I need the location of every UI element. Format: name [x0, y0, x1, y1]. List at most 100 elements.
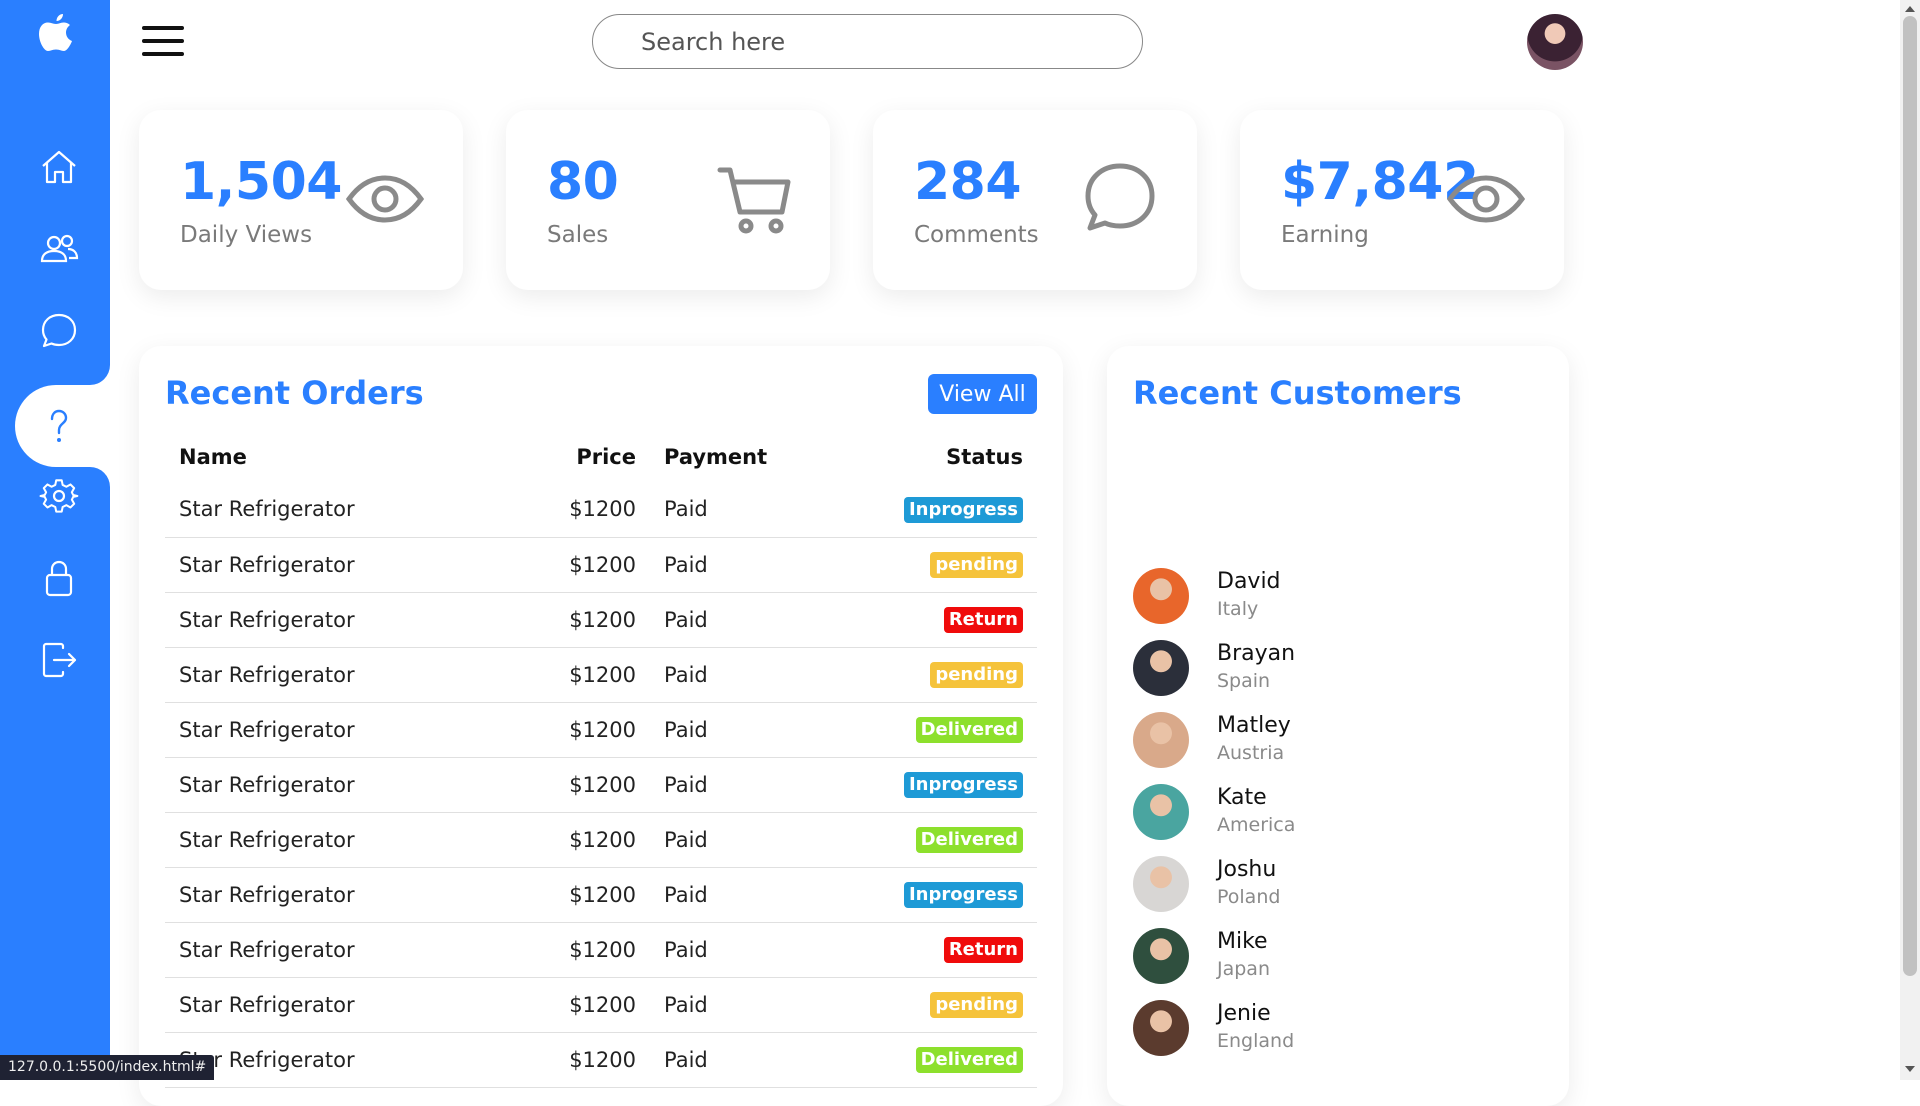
- order-name: Star Refrigerator: [165, 867, 525, 923]
- card-label: Sales: [547, 222, 609, 248]
- view-all-button[interactable]: View All: [928, 374, 1037, 414]
- status-badge: Delivered: [915, 1047, 1023, 1073]
- order-name: Star Refrigerator: [165, 647, 525, 703]
- sidebar-item-home[interactable]: [15, 126, 110, 208]
- table-row[interactable]: Star Refrigerator $1200 Paid Inprogress: [165, 482, 1037, 538]
- status-badge: Inprogress: [903, 882, 1023, 908]
- table-row[interactable]: Star Refrigerator $1200 Paid Return: [165, 922, 1037, 978]
- chat-bubble-icon: [41, 313, 77, 348]
- customer-name: Brayan: [1217, 641, 1296, 666]
- menu-toggle-button[interactable]: [142, 26, 188, 58]
- eye-icon: [1446, 175, 1526, 223]
- card-comments[interactable]: 284 Comments: [873, 110, 1197, 290]
- order-price: $1200: [525, 702, 650, 758]
- log-out-icon: [42, 642, 77, 678]
- customer-avatar: [1133, 784, 1189, 840]
- header-price: Price: [576, 445, 636, 469]
- customer-avatar: [1133, 928, 1189, 984]
- order-payment: Paid: [650, 537, 830, 593]
- user-avatar[interactable]: [1527, 14, 1583, 70]
- order-name: Star Refrigerator: [165, 482, 525, 538]
- chat-icon: [1085, 163, 1155, 231]
- order-name: Star Refrigerator: [165, 922, 525, 978]
- apple-logo-icon[interactable]: [36, 10, 76, 54]
- table-row[interactable]: Star Refrigerator $1200 Paid pending: [165, 647, 1037, 703]
- order-price: $1200: [525, 1032, 650, 1088]
- customer-item[interactable]: Mike Japan: [1133, 926, 1533, 986]
- customer-item[interactable]: Kate America: [1133, 782, 1533, 842]
- people-icon: [40, 234, 79, 263]
- sidebar-item-customers[interactable]: [15, 208, 110, 290]
- order-status-cell: pending: [830, 977, 1037, 1033]
- search-bar: [592, 14, 1143, 69]
- table-row[interactable]: Star Refrigerator $1200 Paid pending: [165, 537, 1037, 593]
- table-header-row: Name Price Payment Status: [165, 432, 1037, 482]
- customer-avatar: [1133, 568, 1189, 624]
- header-name: Name: [179, 445, 247, 469]
- sidebar-item-sign-out[interactable]: [15, 619, 110, 701]
- status-badge: pending: [930, 662, 1023, 688]
- status-bar-url: 127.0.0.1:5500/index.html#: [0, 1055, 215, 1080]
- order-price: $1200: [525, 922, 650, 978]
- card-daily-views[interactable]: 1,504 Daily Views: [139, 110, 463, 290]
- order-price: $1200: [525, 977, 650, 1033]
- scroll-up-arrow-icon[interactable]: [1904, 4, 1916, 14]
- customer-country: America: [1217, 814, 1296, 836]
- card-label: Daily Views: [180, 222, 313, 248]
- scroll-down-arrow-icon[interactable]: [1904, 1064, 1916, 1074]
- recent-orders-panel: Recent Orders View All Name Price Paymen…: [139, 346, 1063, 1106]
- customer-name: David: [1217, 569, 1281, 594]
- customer-country: Austria: [1217, 742, 1285, 764]
- order-price: $1200: [525, 537, 650, 593]
- customer-item[interactable]: Joshu Poland: [1133, 854, 1533, 914]
- order-payment: Paid: [650, 922, 830, 978]
- order-payment: Paid: [650, 1032, 830, 1088]
- status-badge: pending: [930, 552, 1023, 578]
- status-badge: Delivered: [915, 717, 1023, 743]
- status-badge: Inprogress: [903, 496, 1023, 523]
- card-earning[interactable]: $7,842 Earning: [1240, 110, 1564, 290]
- table-row[interactable]: Star Refrigerator $1200 Paid Inprogress: [165, 757, 1037, 813]
- table-row[interactable]: Star Refrigerator $1200 Paid Inprogress: [165, 867, 1037, 923]
- customer-item[interactable]: Brayan Spain: [1133, 638, 1533, 698]
- order-price: $1200: [525, 812, 650, 868]
- order-price: $1200: [525, 757, 650, 813]
- table-row[interactable]: Star Refrigerator $1200 Paid Return: [165, 592, 1037, 648]
- card-number: 284: [914, 152, 1022, 212]
- hamburger-icon: [142, 26, 184, 30]
- customer-country: England: [1217, 1030, 1295, 1052]
- lock-icon: [45, 560, 73, 597]
- order-price: $1200: [525, 867, 650, 923]
- scrollbar[interactable]: [1900, 0, 1920, 1080]
- customer-item[interactable]: Matley Austria: [1133, 710, 1533, 770]
- card-sales[interactable]: 80 Sales: [506, 110, 830, 290]
- search-input[interactable]: [593, 15, 1142, 68]
- order-status-cell: Delivered: [830, 702, 1037, 758]
- order-status-cell: Inprogress: [830, 757, 1037, 813]
- recent-customers-panel: Recent Customers David Italy Brayan Spain Ma…: [1107, 346, 1569, 1106]
- table-row[interactable]: Star Refrigerator $1200 Paid Delivered: [165, 812, 1037, 868]
- status-badge: Return: [943, 607, 1023, 633]
- order-name: Star Refrigerator: [165, 592, 525, 648]
- customer-item[interactable]: Jenie England: [1133, 998, 1533, 1058]
- status-badge: Delivered: [915, 827, 1023, 853]
- card-label: Earning: [1281, 222, 1369, 248]
- customer-item[interactable]: David Italy: [1133, 566, 1533, 626]
- order-status-cell: Delivered: [830, 1032, 1037, 1088]
- order-payment: Paid: [650, 592, 830, 648]
- customer-country: Spain: [1217, 670, 1271, 692]
- order-name: Star Refrigerator: [165, 702, 525, 758]
- scrollbar-thumb[interactable]: [1903, 16, 1917, 976]
- sidebar-item-settings[interactable]: [15, 455, 110, 537]
- card-label: Comments: [914, 222, 1039, 248]
- table-row[interactable]: Star Refrigerator $1200 Paid Delivered: [165, 1032, 1037, 1088]
- order-name: Star Refrigerator: [165, 537, 525, 593]
- table-row[interactable]: Star Refrigerator $1200 Paid pending: [165, 977, 1037, 1033]
- order-payment: Paid: [650, 812, 830, 868]
- sidebar-item-password[interactable]: [15, 537, 110, 619]
- orders-table: Name Price Payment Status Star Refrigera…: [165, 432, 1037, 1088]
- order-name: Star Refrigerator: [165, 1032, 525, 1088]
- order-status-cell: Return: [830, 922, 1037, 978]
- table-row[interactable]: Star Refrigerator $1200 Paid Delivered: [165, 702, 1037, 758]
- customer-name: Kate: [1217, 785, 1267, 810]
